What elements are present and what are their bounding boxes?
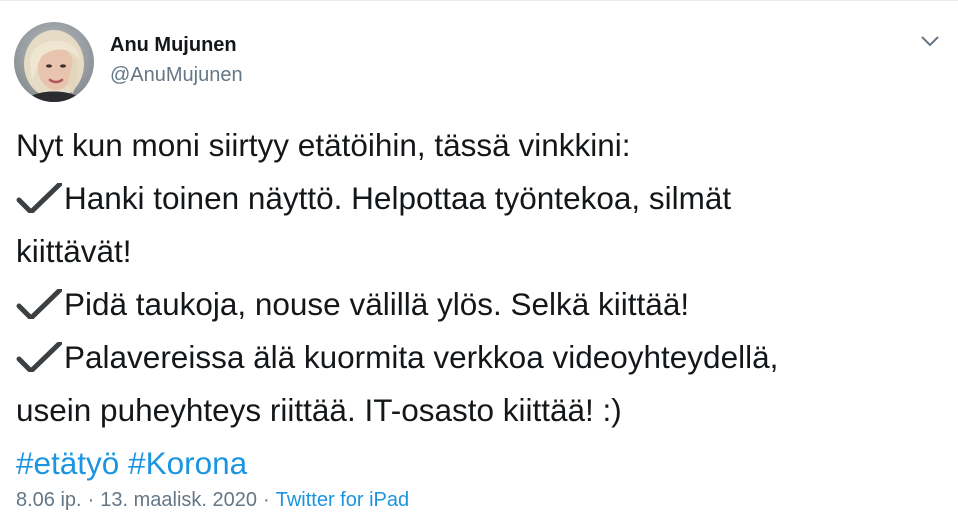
tweet-date[interactable]: 13. maalisk. 2020 — [100, 489, 257, 511]
tweet-line-tip3-cont: usein puheyhteys riittää. IT-osasto kiit… — [16, 392, 622, 428]
tweet-line-tip3: Palavereissa älä kuormita verkkoa videoy… — [16, 331, 946, 384]
tip3-text: Palavereissa älä kuormita verkkoa videoy… — [64, 339, 779, 375]
tip2-text: Pidä taukoja, nouse välillä ylös. Selkä … — [64, 286, 690, 322]
avatar[interactable] — [14, 22, 94, 102]
author-display-name[interactable]: Anu Mujunen — [110, 33, 243, 57]
tweet-time[interactable]: 8.06 ip. — [16, 489, 82, 511]
meta-separator: · — [87, 489, 95, 511]
hashtag-link[interactable]: #etätyö — [16, 445, 119, 481]
tweet-meta: 8.06 ip. · 13. maalisk. 2020 · Twitter for i… — [16, 487, 409, 513]
heavy-check-mark-icon — [16, 289, 62, 319]
chevron-down-icon — [921, 36, 939, 46]
hashtag-link[interactable]: #Korona — [128, 445, 247, 481]
tip1-text: Hanki toinen näyttö. Helpottaa työntekoa… — [64, 180, 732, 216]
tweet-line-tip1-cont: kiittävät! — [16, 233, 132, 269]
author-handle[interactable]: @AnuMujunen — [110, 63, 243, 87]
profile-photo — [14, 22, 94, 102]
tweet-source-link[interactable]: Twitter for iPad — [276, 489, 409, 511]
tweet-line-tip1: Hanki toinen näyttö. Helpottaa työntekoa… — [16, 172, 946, 225]
tweet-card: Anu Mujunen @AnuMujunen Nyt kun moni sii… — [0, 0, 958, 529]
heavy-check-mark-icon — [16, 183, 62, 213]
tweet-hashtags: #etätyö #Korona — [16, 437, 946, 490]
meta-separator: · — [263, 489, 270, 511]
tweet-line-intro: Nyt kun moni siirtyy etätöihin, tässä vi… — [16, 127, 631, 163]
tweet-line-tip2: Pidä taukoja, nouse välillä ylös. Selkä … — [16, 278, 946, 331]
heavy-check-mark-icon — [16, 342, 62, 372]
tweet-author: Anu Mujunen @AnuMujunen — [110, 33, 243, 87]
tweet-text: Nyt kun moni siirtyy etätöihin, tässä vi… — [16, 119, 946, 490]
more-options-button[interactable] — [917, 31, 943, 51]
